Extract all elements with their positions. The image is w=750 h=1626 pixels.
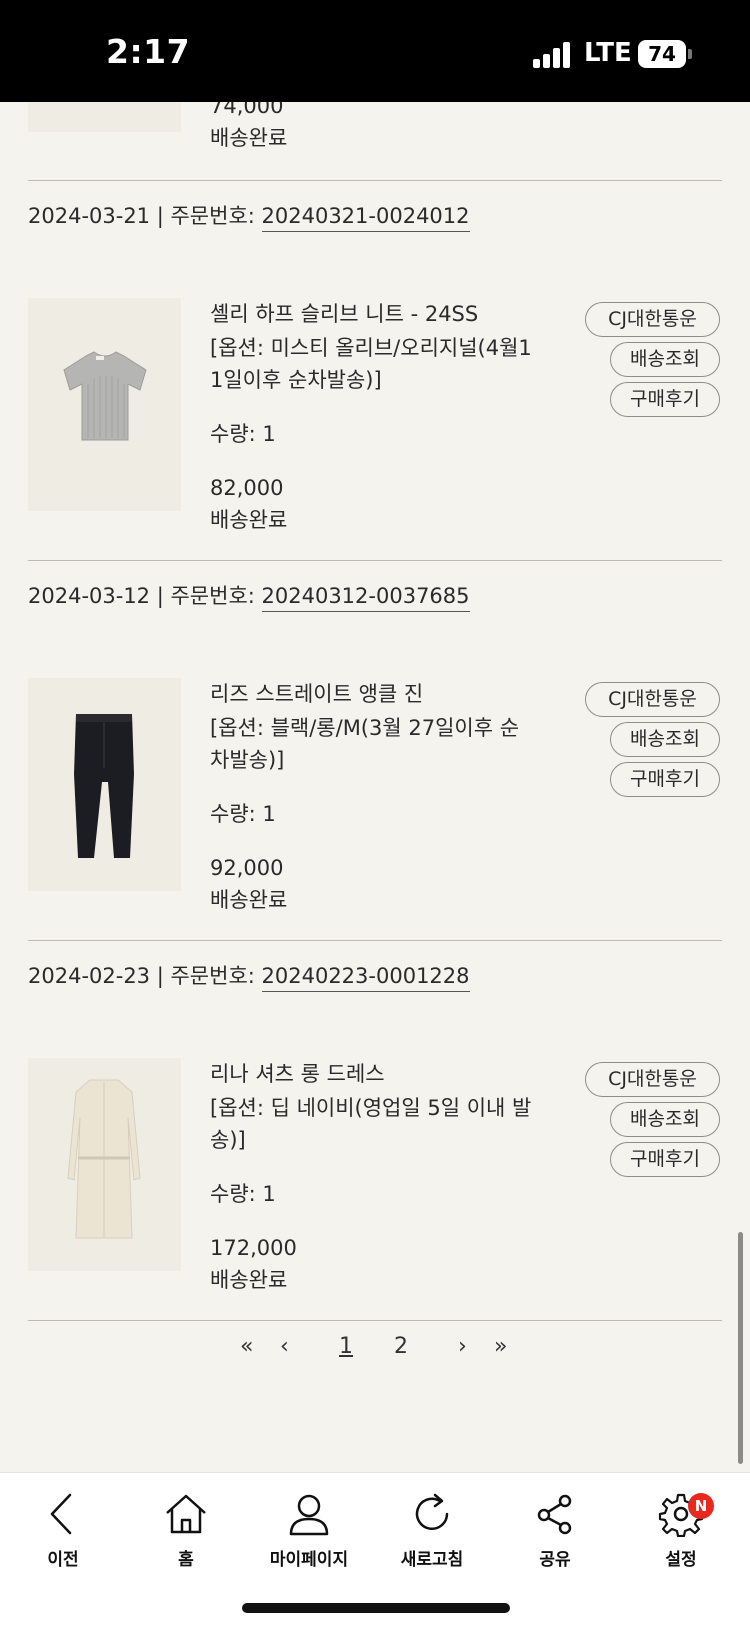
divider — [28, 560, 722, 561]
home-icon — [166, 1494, 206, 1534]
signal-icon — [533, 42, 573, 68]
battery-icon: 74 — [638, 40, 686, 68]
order-separator: | — [150, 584, 171, 608]
order-number-label: 주문번호: — [170, 584, 262, 608]
product-option-cont: 차발송)] — [210, 748, 285, 772]
product-image[interactable] — [28, 102, 181, 132]
home-indicator — [242, 1603, 510, 1613]
status-time: 2:17 — [106, 32, 191, 71]
order-date: 2024-03-21 — [28, 204, 151, 228]
order-date: 2024-03-12 — [28, 584, 151, 608]
nav-settings[interactable]: N 설정 — [626, 1491, 736, 1570]
write-review-button[interactable]: 구매후기 — [610, 1142, 720, 1177]
product-option: [옵션: 딥 네이비(영업일 5일 이내 발 — [210, 1096, 532, 1120]
nav-mypage[interactable]: 마이페이지 — [254, 1491, 364, 1570]
product-option: [옵션: 미스티 올리브/오리지널(4월1 — [210, 336, 532, 360]
nav-home[interactable]: 홈 — [131, 1491, 241, 1570]
price: 92,000 — [210, 856, 284, 880]
track-delivery-button[interactable]: 배송조회 — [610, 722, 720, 757]
quantity: 수량: 1 — [210, 422, 276, 446]
order-number-label: 주문번호: — [170, 964, 262, 988]
product-image[interactable] — [28, 1058, 181, 1271]
nav-share[interactable]: 공유 — [500, 1491, 610, 1570]
order-number-link[interactable]: 20240321-0024012 — [261, 204, 470, 232]
page-1-link[interactable]: 1 — [339, 1334, 353, 1359]
product-name[interactable]: 리즈 스트레이트 앵클 진 — [210, 678, 423, 710]
product-name[interactable]: 셸리 하프 슬리브 니트 - 24SS — [210, 298, 478, 330]
courier-button[interactable]: CJ대한통운 — [585, 302, 720, 337]
order-list: 74,000 배송완료 2024-03-21 | 주문번호: 20240321-… — [0, 102, 750, 1472]
product-image[interactable] — [28, 678, 181, 891]
order-separator: | — [150, 204, 171, 228]
pagination: « ‹ 1 2 › » — [0, 1334, 750, 1374]
divider — [28, 180, 722, 181]
back-icon — [50, 1493, 72, 1535]
delivery-status: 배송완료 — [210, 1268, 288, 1292]
order-number-link[interactable]: 20240312-0037685 — [261, 584, 470, 612]
nav-back[interactable]: 이전 — [8, 1491, 118, 1570]
last-page-button[interactable]: » — [494, 1334, 507, 1359]
courier-button[interactable]: CJ대한통운 — [585, 1062, 720, 1097]
price: 82,000 — [210, 476, 284, 500]
write-review-button[interactable]: 구매후기 — [610, 762, 720, 797]
order-header: 2024-03-21 | 주문번호: 20240321-0024012 — [28, 200, 470, 232]
product-option-cont: 송)] — [210, 1128, 246, 1152]
order-header: 2024-03-12 | 주문번호: 20240312-0037685 — [28, 580, 470, 612]
knit-top-image — [63, 351, 147, 441]
product-option-cont: 1일이후 순차발송)] — [210, 368, 382, 392]
nav-label: 홈 — [178, 1550, 194, 1570]
order-header: 2024-02-23 | 주문번호: 20240223-0001228 — [28, 960, 470, 992]
divider — [28, 940, 722, 941]
write-review-button[interactable]: 구매후기 — [610, 382, 720, 417]
track-delivery-button[interactable]: 배송조회 — [610, 1102, 720, 1137]
user-icon — [289, 1494, 329, 1536]
courier-button[interactable]: CJ대한통운 — [585, 682, 720, 717]
product-image[interactable] — [28, 298, 181, 511]
battery-tip — [688, 49, 692, 59]
order-date: 2024-02-23 — [28, 964, 151, 988]
product-name[interactable]: 리나 셔츠 롱 드레스 — [210, 1058, 385, 1090]
delivery-status: 배송완료 — [210, 508, 288, 532]
notification-badge: N — [688, 1493, 714, 1519]
bottom-nav: 이전 홈 마이페이지 새로고침 공유 N 설정 — [0, 1472, 750, 1626]
nav-label: 이전 — [47, 1550, 79, 1570]
quantity: 수량: 1 — [210, 1182, 276, 1206]
prev-page-button[interactable]: ‹ — [280, 1334, 289, 1359]
scrollbar[interactable] — [738, 1232, 743, 1464]
jeans-image — [74, 714, 134, 858]
nav-refresh[interactable]: 새로고침 — [377, 1491, 487, 1570]
order-separator: | — [150, 964, 171, 988]
delivery-status: 배송완료 — [210, 126, 288, 150]
status-bar: 2:17 LTE 74 — [0, 0, 750, 102]
share-icon — [537, 1494, 572, 1535]
nav-label: 설정 — [665, 1550, 697, 1570]
refresh-icon — [415, 1493, 449, 1530]
order-number-label: 주문번호: — [170, 204, 262, 228]
network-type: LTE — [584, 38, 632, 68]
quantity: 수량: 1 — [210, 802, 276, 826]
track-delivery-button[interactable]: 배송조회 — [610, 342, 720, 377]
price: 172,000 — [210, 1236, 297, 1260]
nav-label: 새로고침 — [400, 1550, 464, 1570]
product-option: [옵션: 블랙/롱/M(3월 27일이후 순 — [210, 716, 520, 740]
dress-image — [67, 1079, 141, 1239]
next-page-button[interactable]: › — [458, 1334, 467, 1359]
first-page-button[interactable]: « — [240, 1334, 253, 1359]
delivery-status: 배송완료 — [210, 888, 288, 912]
divider — [28, 1320, 722, 1321]
price: 74,000 — [210, 102, 284, 118]
nav-label: 마이페이지 — [269, 1550, 349, 1570]
page-2-link[interactable]: 2 — [394, 1334, 408, 1359]
nav-label: 공유 — [539, 1550, 571, 1570]
order-number-link[interactable]: 20240223-0001228 — [261, 964, 470, 992]
